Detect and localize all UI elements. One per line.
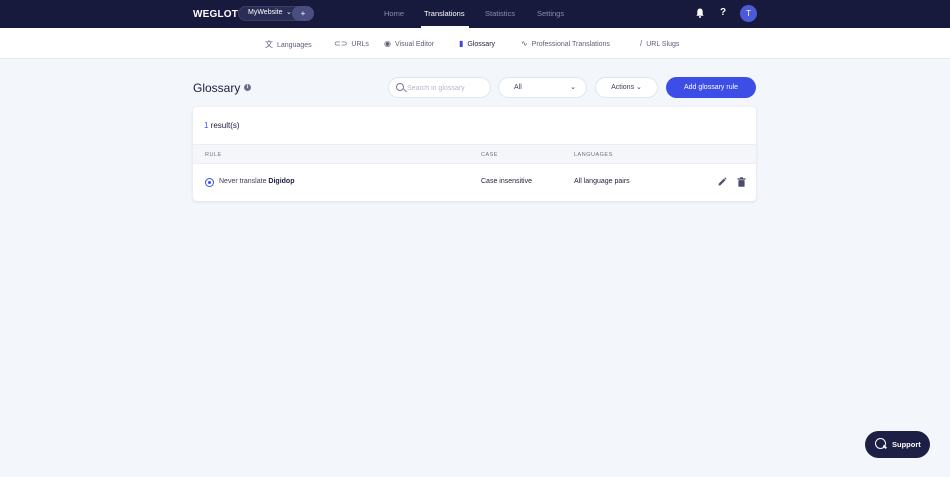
subnav-urls[interactable]: ⊂⊃ URLs — [334, 39, 369, 48]
languages-value: All language pairs — [574, 178, 630, 185]
subnav-label: URLs — [351, 41, 369, 48]
case-value: Case insensitive — [481, 178, 532, 185]
subnav-label: Visual Editor — [394, 41, 435, 48]
support-search-icon — [875, 438, 886, 449]
nav-settings[interactable]: Settings — [537, 9, 564, 18]
book-icon: ▮ — [459, 39, 464, 48]
edit-icon[interactable] — [717, 177, 727, 187]
website-selector[interactable]: MyWebsite ⌄ + — [238, 6, 314, 21]
subnav-url-slugs[interactable]: / URL Slugs — [640, 39, 679, 48]
language-filter-dropdown[interactable]: All ⌄ — [498, 77, 587, 98]
trash-icon[interactable] — [737, 177, 746, 187]
nav-home[interactable]: Home — [384, 9, 404, 18]
nav-statistics[interactable]: Statistics — [485, 9, 515, 18]
glossary-table-card: 1 result(s) RULE CASE LANGUAGES Never tr… — [193, 107, 756, 201]
help-icon[interactable]: ? — [720, 7, 726, 18]
chevron-down-icon: ⌄ — [286, 9, 292, 16]
subnav-professional-translations[interactable]: ∿ Professional Translations — [521, 39, 610, 48]
column-header-case: CASE — [481, 152, 498, 158]
eye-icon: ◉ — [384, 39, 391, 48]
search-icon — [396, 83, 404, 91]
glossary-search[interactable] — [388, 77, 491, 98]
column-header-languages: LANGUAGES — [574, 152, 613, 158]
actions-dropdown[interactable]: Actions ⌄ — [595, 77, 658, 98]
subnav-label: Languages — [277, 42, 312, 49]
support-button[interactable]: Support — [865, 431, 930, 458]
rule-text: Never translate Digidop — [219, 178, 294, 185]
rule-prefix: Never translate — [219, 178, 269, 185]
never-translate-icon — [205, 178, 214, 187]
user-avatar[interactable]: T — [740, 5, 757, 22]
add-website-button[interactable]: + — [292, 6, 314, 21]
subnav-label: Professional Translations — [531, 41, 610, 48]
website-name: MyWebsite — [248, 9, 283, 16]
column-header-rule: RULE — [205, 152, 222, 158]
rule-word: Digidop — [268, 178, 295, 185]
slash-icon: / — [640, 39, 643, 48]
link-icon: ⊂⊃ — [334, 39, 348, 48]
subnav-label: Glossary — [467, 41, 496, 48]
add-glossary-rule-button[interactable]: Add glossary rule — [666, 77, 756, 98]
subnav-languages[interactable]: 文 Languages — [265, 39, 312, 50]
top-navigation-bar: WEGLOT MyWebsite ⌄ + Home Translations S… — [0, 0, 950, 28]
pen-icon: ∿ — [521, 39, 528, 48]
bell-icon[interactable] — [696, 8, 704, 18]
page-title: Glossary — [193, 81, 241, 95]
results-count: 1 result(s) — [204, 121, 240, 130]
table-header: RULE CASE LANGUAGES — [193, 144, 756, 164]
translate-icon: 文 — [265, 40, 273, 49]
subnav-label: URL Slugs — [646, 41, 680, 48]
search-input[interactable] — [407, 82, 487, 94]
nav-translations[interactable]: Translations — [424, 9, 465, 18]
weglot-logo[interactable]: WEGLOT — [193, 9, 238, 20]
translations-subnav: 文 Languages ⊂⊃ URLs ◉ Visual Editor ▮ Glossa… — [0, 28, 950, 59]
subnav-glossary[interactable]: ▮ Glossary — [459, 39, 495, 48]
table-row[interactable]: Never translate Digidop Case insensitive… — [193, 164, 756, 201]
info-icon[interactable]: i — [244, 84, 251, 91]
chevron-down-icon: ⌄ — [570, 84, 576, 91]
support-label: Support — [892, 440, 921, 449]
subnav-visual-editor[interactable]: ◉ Visual Editor — [384, 39, 434, 48]
filter-value: All — [514, 84, 522, 91]
results-label: result(s) — [208, 121, 240, 130]
